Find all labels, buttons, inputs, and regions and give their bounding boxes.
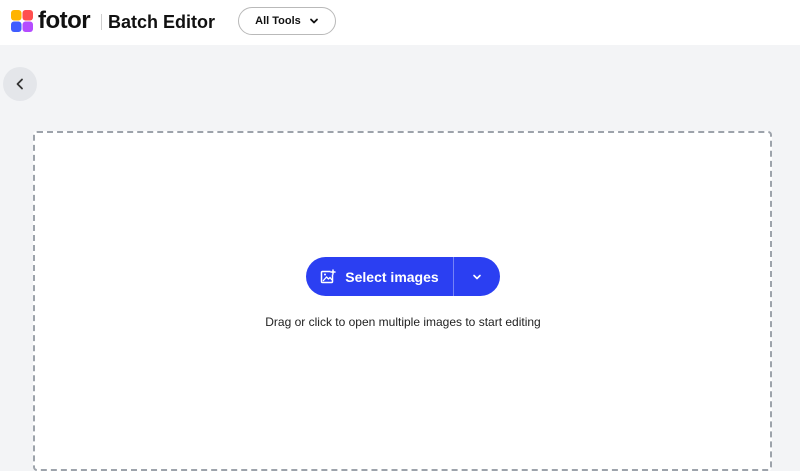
brand-name: fotor xyxy=(38,7,91,34)
header-divider xyxy=(101,14,102,30)
fotor-logo-icon xyxy=(11,10,33,32)
select-images-button[interactable]: Select images xyxy=(306,257,453,296)
image-add-icon xyxy=(321,268,337,283)
chevron-down-icon xyxy=(309,18,318,24)
all-tools-label: All Tools xyxy=(255,15,301,27)
select-images-label: Select images xyxy=(345,268,439,285)
top-bar: fotor Batch Editor All Tools xyxy=(0,0,800,45)
image-drop-zone[interactable] xyxy=(33,131,772,471)
back-button[interactable] xyxy=(3,67,37,101)
all-tools-dropdown[interactable]: All Tools xyxy=(238,7,336,35)
fotor-logo[interactable]: fotor xyxy=(11,7,91,34)
upload-hint-text: Drag or click to open multiple images to… xyxy=(265,315,541,329)
select-images-button-group: Select images xyxy=(306,257,500,296)
page-title: Batch Editor xyxy=(108,12,216,32)
chevron-left-icon xyxy=(16,78,23,90)
chevron-down-icon xyxy=(473,274,481,279)
select-images-dropdown-toggle[interactable] xyxy=(454,257,500,296)
